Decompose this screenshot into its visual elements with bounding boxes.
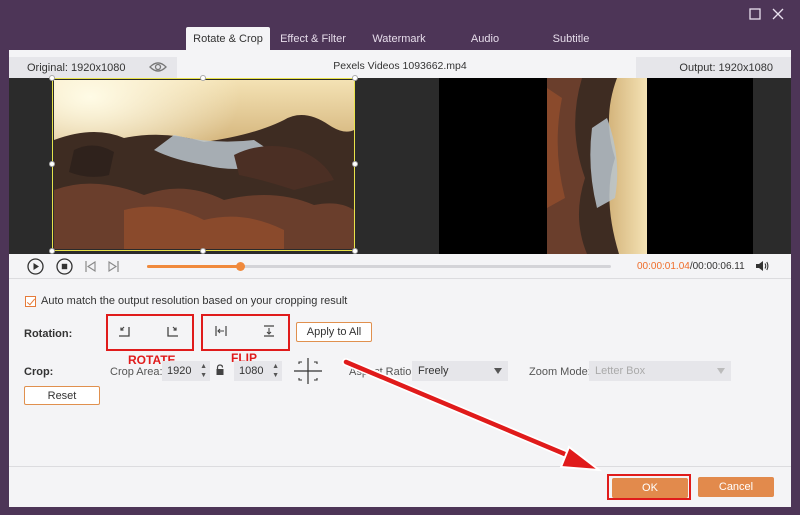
crop-label: Crop:	[24, 366, 54, 378]
cancel-button[interactable]: Cancel	[698, 477, 774, 497]
zoom-mode-label: Zoom Mode:	[529, 366, 591, 378]
auto-match-checkbox[interactable]	[25, 295, 36, 307]
editor-panel: Original: 1920x1080 Pexels Videos 109366…	[9, 50, 791, 507]
zoom-mode-value: Letter Box	[595, 365, 646, 377]
auto-match-option[interactable]: Auto match the output resolution based o…	[25, 295, 347, 307]
output-preview	[401, 78, 791, 254]
video-preview	[9, 75, 791, 254]
next-frame-icon[interactable]	[107, 260, 119, 275]
timeline-playhead[interactable]	[235, 262, 245, 271]
info-bar: Original: 1920x1080 Pexels Videos 109366…	[9, 50, 791, 78]
crop-handle[interactable]	[49, 161, 55, 167]
aspect-ratio-value: Freely	[418, 365, 449, 377]
flip-horizontal-button[interactable]	[207, 318, 235, 344]
crop-handle[interactable]	[352, 161, 358, 167]
flip-vertical-button[interactable]	[255, 318, 283, 344]
crop-area-label: Crop Area:	[110, 366, 163, 378]
chevron-down-icon	[717, 368, 725, 374]
apply-to-all-button[interactable]: Apply to All	[296, 322, 372, 342]
volume-icon[interactable]	[755, 260, 769, 275]
previous-frame-icon[interactable]	[85, 260, 97, 275]
source-preview[interactable]	[9, 75, 399, 254]
stepper-arrows-icon[interactable]: ▲ ▼	[272, 362, 279, 380]
crop-height-stepper[interactable]: 1080 ▲ ▼	[234, 361, 282, 381]
tab-rotate-crop[interactable]: Rotate & Crop	[186, 27, 270, 50]
stop-icon[interactable]	[56, 258, 73, 278]
total-time: /00:00:06.11	[689, 261, 745, 272]
divider	[9, 278, 791, 279]
playback-controls: 00:00:01.04/00:00:06.11	[9, 254, 791, 278]
tab-audio[interactable]: Audio	[442, 27, 528, 50]
restore-icon[interactable]	[749, 8, 761, 23]
output-resolution: Output: 1920x1080	[636, 57, 791, 78]
timeline-progress	[147, 265, 240, 268]
reset-button[interactable]: Reset	[24, 386, 100, 405]
play-icon[interactable]	[27, 258, 44, 278]
flip-horizontal-icon	[215, 326, 227, 336]
timeline-slider[interactable]	[147, 262, 611, 271]
aspect-ratio-select[interactable]: Freely	[412, 361, 508, 381]
crop-height-value: 1080	[239, 365, 264, 377]
crop-handle[interactable]	[49, 75, 55, 81]
rotation-label: Rotation:	[24, 328, 73, 340]
crop-handle[interactable]	[352, 75, 358, 81]
zoom-mode-select[interactable]: Letter Box	[589, 361, 731, 381]
aspect-ratio-label: Aspect Ratio:	[349, 366, 415, 378]
time-display: 00:00:01.04/00:00:06.11	[637, 261, 745, 272]
rotate-right-icon	[167, 326, 178, 337]
crop-width-value: 1920	[167, 365, 192, 377]
flip-vertical-icon	[264, 325, 274, 337]
crop-width-stepper[interactable]: 1920 ▲ ▼	[162, 361, 210, 381]
close-icon[interactable]	[772, 8, 784, 23]
chevron-down-icon	[494, 368, 502, 374]
center-crop-icon[interactable]	[294, 358, 322, 387]
ok-button[interactable]: OK	[612, 478, 688, 498]
rotated-frame-image	[547, 78, 647, 254]
tab-bar: Rotate & Crop Effect & Filter Watermark …	[186, 27, 614, 50]
crop-handle[interactable]	[200, 75, 206, 81]
rotate-left-button[interactable]	[111, 318, 139, 344]
rotate-right-button[interactable]	[158, 318, 186, 344]
crop-frame[interactable]	[52, 78, 355, 251]
rotate-left-icon	[119, 326, 130, 337]
tab-subtitle[interactable]: Subtitle	[528, 27, 614, 50]
lock-icon[interactable]	[215, 364, 225, 379]
tab-watermark[interactable]: Watermark	[356, 27, 442, 50]
stepper-arrows-icon[interactable]: ▲ ▼	[200, 362, 207, 380]
current-time: 00:00:01.04	[637, 261, 690, 272]
auto-match-label: Auto match the output resolution based o…	[41, 295, 348, 307]
tab-effect-filter[interactable]: Effect & Filter	[270, 27, 356, 50]
